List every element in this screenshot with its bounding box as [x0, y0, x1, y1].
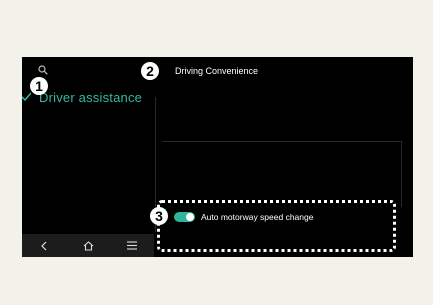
callout-3: 3: [150, 207, 168, 225]
chevron-left-icon: [41, 241, 47, 250]
panel-divider: [401, 141, 402, 207]
home-button[interactable]: [66, 234, 110, 257]
back-button[interactable]: [22, 234, 66, 257]
title-divider: [162, 141, 401, 142]
menu-icon: [127, 241, 137, 250]
navigation-bar: [22, 234, 154, 257]
highlight-box: [157, 200, 396, 252]
menu-button[interactable]: [110, 234, 154, 257]
sidebar-item-driver-assistance[interactable]: Driver assistance: [39, 90, 142, 105]
page-title: Driving Convenience: [175, 66, 259, 76]
home-icon: [83, 240, 93, 251]
search-icon[interactable]: [38, 65, 48, 75]
check-icon: [22, 92, 31, 101]
callout-2: 2: [141, 62, 159, 80]
callout-1: 1: [30, 77, 48, 95]
